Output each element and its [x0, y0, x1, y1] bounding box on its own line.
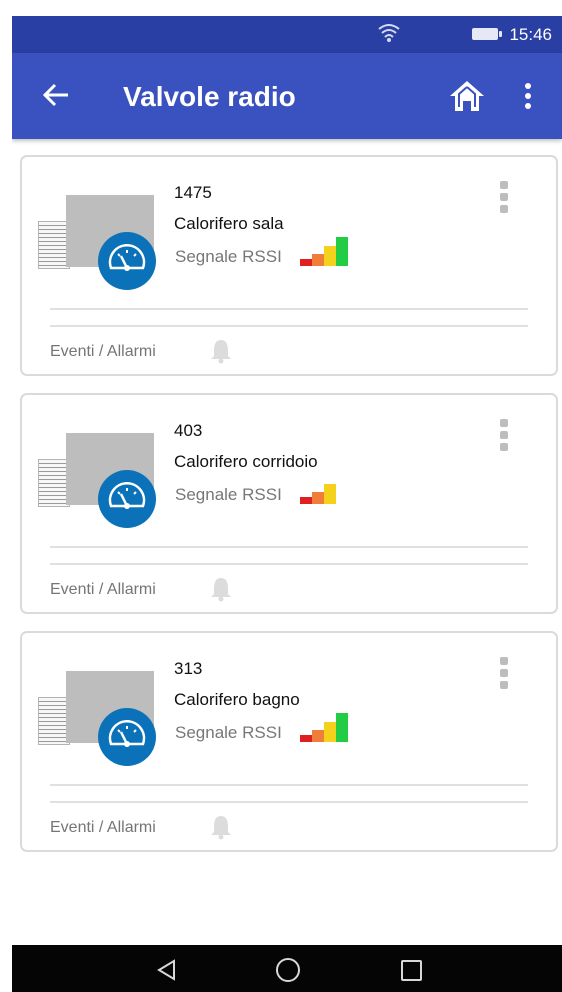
bell-icon[interactable]	[210, 576, 232, 602]
events-alarms-link[interactable]: Eventi / Allarmi	[50, 581, 156, 599]
valve-card[interactable]: 313 Calorifero bagno Segnale RSSI Eventi…	[20, 631, 558, 852]
valve-list: 1475 Calorifero sala Segnale RSSI Eventi…	[20, 155, 558, 869]
home-icon[interactable]	[448, 79, 486, 113]
valve-name: Calorifero sala	[174, 214, 284, 233]
card-menu-icon[interactable]	[499, 657, 509, 691]
rssi-label: Segnale RSSI	[175, 247, 282, 266]
battery-icon	[472, 28, 502, 40]
signal-bar	[300, 735, 312, 742]
valve-id: 313	[174, 659, 203, 678]
signal-bar	[336, 713, 348, 742]
divider	[50, 546, 528, 548]
valve-card[interactable]: 1475 Calorifero sala Segnale RSSI Eventi…	[20, 155, 558, 376]
valve-gauge-icon	[98, 232, 156, 290]
events-alarms-link[interactable]: Eventi / Allarmi	[50, 819, 156, 837]
nav-home-icon[interactable]	[276, 958, 300, 982]
valve-card[interactable]: 403 Calorifero corridoio Segnale RSSI Ev…	[20, 393, 558, 614]
signal-bar	[336, 237, 348, 266]
divider	[50, 784, 528, 786]
card-menu-icon[interactable]	[499, 419, 509, 453]
signal-bar	[312, 254, 324, 266]
status-time: 15:46	[509, 25, 552, 44]
back-arrow-icon[interactable]	[42, 82, 70, 108]
valve-name: Calorifero bagno	[174, 690, 300, 709]
app-bar: Valvole radio	[12, 53, 562, 139]
signal-bar	[324, 484, 336, 504]
wifi-icon	[378, 24, 400, 42]
signal-strength-icon	[300, 475, 348, 504]
overflow-menu-icon[interactable]	[524, 83, 532, 109]
signal-strength-icon	[300, 713, 348, 742]
device-screen: 15:46 Valvole radio 1475 Calorifero sala…	[12, 16, 562, 992]
signal-bar	[300, 497, 312, 504]
divider	[50, 308, 528, 310]
nav-back-icon[interactable]	[156, 959, 178, 981]
divider	[50, 325, 528, 327]
bell-icon[interactable]	[210, 338, 232, 364]
system-nav-bar	[12, 945, 562, 992]
status-bar: 15:46	[12, 16, 562, 53]
card-menu-icon[interactable]	[499, 181, 509, 215]
signal-bar	[324, 246, 336, 266]
valve-image	[38, 671, 158, 766]
valve-image	[38, 433, 158, 528]
signal-strength-icon	[300, 237, 348, 266]
signal-bar	[312, 730, 324, 742]
signal-bar	[324, 722, 336, 742]
divider	[50, 801, 528, 803]
events-alarms-link[interactable]: Eventi / Allarmi	[50, 343, 156, 361]
divider	[50, 563, 528, 565]
valve-image	[38, 195, 158, 290]
page-title: Valvole radio	[123, 81, 296, 112]
nav-recents-icon[interactable]	[401, 960, 422, 981]
valve-name: Calorifero corridoio	[174, 452, 318, 471]
signal-bar	[300, 259, 312, 266]
valve-gauge-icon	[98, 470, 156, 528]
rssi-label: Segnale RSSI	[175, 485, 282, 504]
valve-id: 403	[174, 421, 203, 440]
valve-id: 1475	[174, 183, 212, 202]
bell-icon[interactable]	[210, 814, 232, 840]
valve-gauge-icon	[98, 708, 156, 766]
rssi-label: Segnale RSSI	[175, 723, 282, 742]
signal-bar	[312, 492, 324, 504]
